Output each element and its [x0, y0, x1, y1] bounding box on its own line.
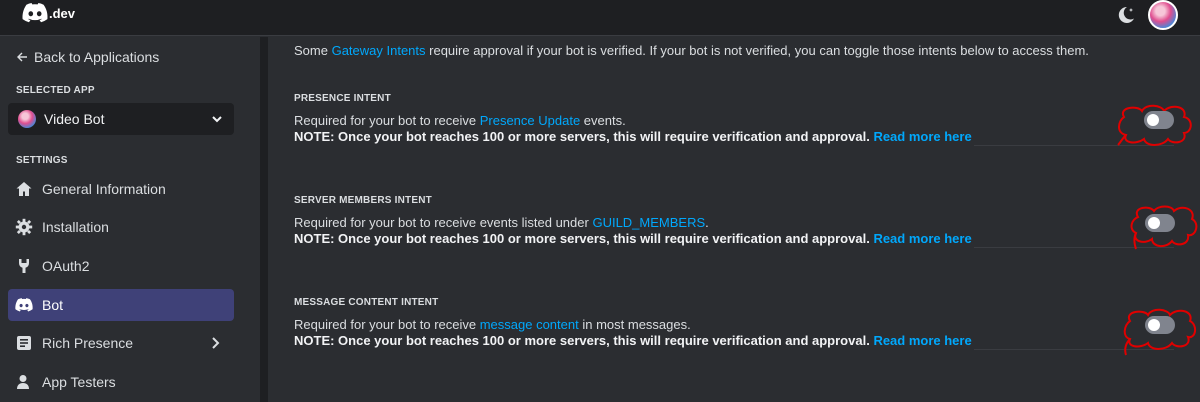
user-avatar[interactable]: [1148, 0, 1178, 30]
intent-desc-prefix: Required for your bot to receive: [294, 317, 480, 332]
selected-app-heading: SELECTED APP: [16, 85, 95, 96]
intent-desc-prefix: Required for your bot to receive: [294, 113, 480, 128]
sidebar-item-label: General Information: [42, 181, 166, 197]
intent-desc-suffix: events.: [580, 113, 626, 128]
presence-intent-toggle[interactable]: [1144, 111, 1174, 129]
intent-note-text: NOTE: Once your bot reaches 100 or more …: [294, 129, 870, 144]
top-bar: .dev: [0, 0, 1200, 36]
intent-description: Required for your bot to receive events …: [294, 215, 1174, 230]
discord-dev-logo[interactable]: .dev: [22, 3, 75, 23]
sidebar-item-oauth2[interactable]: OAuth2: [8, 250, 234, 282]
home-icon: [14, 179, 34, 199]
sidebar-item-label: Installation: [42, 219, 109, 235]
settings-heading: SETTINGS: [16, 155, 68, 166]
back-to-applications-link[interactable]: Back to Applications: [16, 49, 159, 65]
toggle-knob: [1148, 319, 1160, 331]
message-content-link[interactable]: message content: [480, 317, 579, 332]
message-content-intent-section: MESSAGE CONTENT INTENT Required for your…: [294, 297, 1174, 350]
back-label: Back to Applications: [34, 49, 160, 65]
sidebar-item-label: App Testers: [42, 374, 116, 390]
discord-logo-icon: [22, 3, 48, 23]
read-more-link[interactable]: Read more here: [873, 129, 971, 144]
intent-title: SERVER MEMBERS INTENT: [294, 195, 432, 206]
person-icon: [14, 372, 34, 392]
sidebar-item-installation[interactable]: Installation: [8, 211, 234, 243]
main-content: Some Gateway Intents require approval if…: [268, 37, 1200, 402]
toggle-knob: [1148, 217, 1160, 229]
dark-mode-moon-icon[interactable]: [1115, 4, 1137, 26]
discord-bot-icon: [14, 295, 34, 315]
gateway-intents-link[interactable]: Gateway Intents: [332, 43, 426, 58]
intent-description: Required for your bot to receive message…: [294, 317, 1174, 332]
document-icon: [14, 333, 34, 353]
intent-note: NOTE: Once your bot reaches 100 or more …: [294, 333, 1174, 348]
intent-title: PRESENCE INTENT: [294, 93, 391, 104]
sidebar-scrollbar-track[interactable]: [260, 37, 268, 402]
toggle-knob: [1147, 114, 1159, 126]
wrench-icon: [14, 256, 34, 276]
app-avatar: [18, 110, 36, 128]
sidebar-item-label: OAuth2: [42, 258, 90, 274]
server-members-intent-section: SERVER MEMBERS INTENT Required for your …: [294, 195, 1174, 248]
intents-intro-text: Some Gateway Intents require approval if…: [294, 43, 1089, 58]
intro-suffix: require approval if your bot is verified…: [425, 43, 1089, 58]
chevron-down-icon: [212, 116, 222, 123]
intent-desc-suffix: in most messages.: [578, 317, 691, 332]
sidebar-item-bot[interactable]: Bot: [8, 289, 234, 321]
intent-desc-suffix: .: [705, 215, 709, 230]
sidebar-item-label: Rich Presence: [42, 335, 134, 351]
chevron-right-icon: [212, 337, 220, 349]
intro-prefix: Some: [294, 43, 332, 58]
presence-update-link[interactable]: Presence Update: [480, 113, 580, 128]
app-selector-dropdown[interactable]: Video Bot: [8, 103, 234, 135]
sidebar-item-general-information[interactable]: General Information: [8, 173, 234, 205]
intent-note: NOTE: Once your bot reaches 100 or more …: [294, 129, 1174, 144]
read-more-link[interactable]: Read more here: [873, 231, 971, 246]
presence-intent-section: PRESENCE INTENT Required for your bot to…: [294, 93, 1174, 146]
intent-title: MESSAGE CONTENT INTENT: [294, 297, 439, 308]
sidebar: Back to Applications SELECTED APP Video …: [0, 37, 262, 402]
arrow-left-icon: [17, 52, 27, 62]
message-content-intent-toggle[interactable]: [1145, 316, 1175, 334]
server-members-intent-toggle[interactable]: [1145, 214, 1175, 232]
intent-note-text: NOTE: Once your bot reaches 100 or more …: [294, 231, 870, 246]
sidebar-item-label: Bot: [42, 297, 64, 313]
guild-members-link[interactable]: GUILD_MEMBERS: [592, 215, 705, 230]
intent-note: NOTE: Once your bot reaches 100 or more …: [294, 231, 1174, 246]
selected-app-name: Video Bot: [44, 111, 105, 127]
intent-description: Required for your bot to receive Presenc…: [294, 113, 1174, 128]
intent-desc-prefix: Required for your bot to receive events …: [294, 215, 593, 230]
gear-icon: [14, 217, 34, 237]
intent-note-text: NOTE: Once your bot reaches 100 or more …: [294, 333, 870, 348]
sidebar-item-app-testers[interactable]: App Testers: [8, 366, 234, 398]
sidebar-item-rich-presence[interactable]: Rich Presence: [8, 327, 234, 359]
read-more-link[interactable]: Read more here: [873, 333, 971, 348]
logo-text: .dev: [49, 5, 76, 21]
